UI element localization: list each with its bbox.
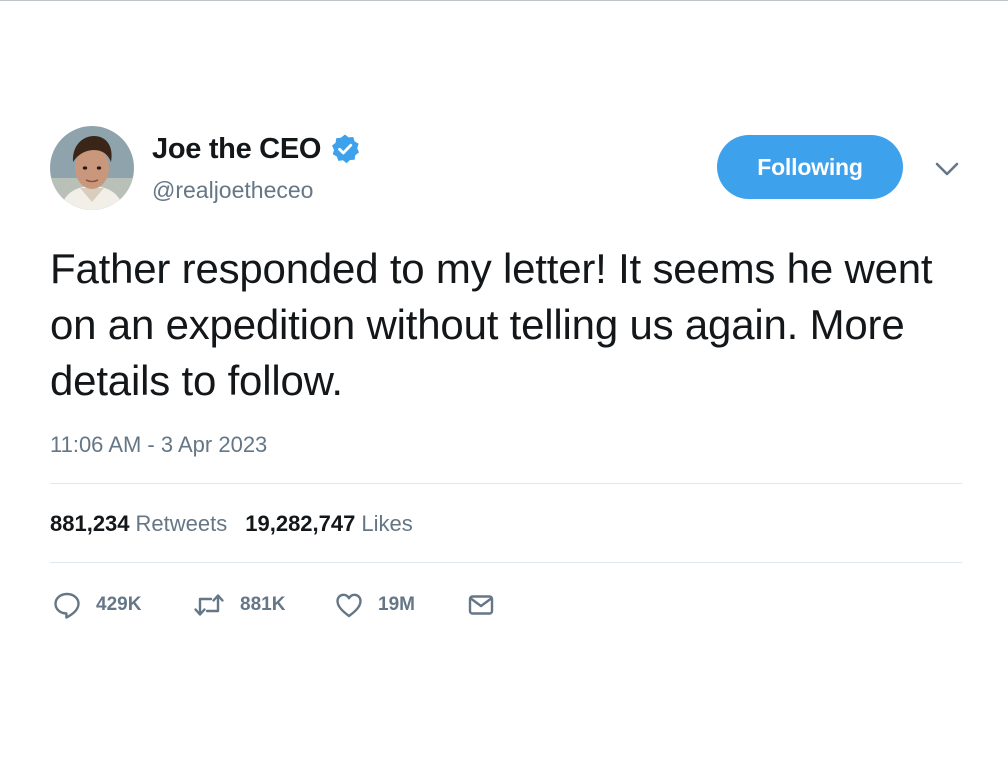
likes-label[interactable]: Likes bbox=[361, 511, 412, 537]
display-name-row: Joe the CEO bbox=[152, 129, 361, 169]
action-bar: 429K 881K 19M bbox=[52, 590, 496, 620]
reply-count: 429K bbox=[96, 594, 142, 615]
reply-button[interactable]: 429K bbox=[52, 590, 192, 620]
heart-icon bbox=[334, 590, 364, 620]
envelope-icon bbox=[466, 590, 496, 620]
avatar[interactable] bbox=[50, 126, 134, 210]
tweet-card: Joe the CEO @realjoetheceo Following Fat… bbox=[0, 0, 1008, 774]
tweet-timestamp[interactable]: 11:06 AM - 3 Apr 2023 bbox=[50, 432, 267, 458]
chevron-down-icon[interactable] bbox=[934, 159, 960, 179]
direct-message-button[interactable] bbox=[466, 590, 496, 620]
retweets-label[interactable]: Retweets bbox=[136, 511, 228, 537]
user-handle[interactable]: @realjoetheceo bbox=[152, 177, 313, 204]
retweet-button[interactable]: 881K bbox=[192, 590, 334, 620]
verified-badge-icon bbox=[329, 133, 361, 165]
retweets-count[interactable]: 881,234 bbox=[50, 511, 130, 537]
display-name[interactable]: Joe the CEO bbox=[152, 133, 321, 166]
retweet-count: 881K bbox=[240, 594, 286, 615]
retweet-icon bbox=[192, 590, 226, 620]
divider bbox=[50, 562, 962, 563]
like-button[interactable]: 19M bbox=[334, 590, 466, 620]
divider bbox=[50, 483, 962, 484]
likes-count[interactable]: 19,282,747 bbox=[245, 511, 355, 537]
like-count: 19M bbox=[378, 594, 415, 615]
following-button[interactable]: Following bbox=[717, 135, 903, 199]
engagement-stats: 881,234 Retweets 19,282,747 Likes bbox=[50, 511, 413, 537]
reply-icon bbox=[52, 590, 82, 620]
tweet-text: Father responded to my letter! It seems … bbox=[50, 245, 933, 404]
